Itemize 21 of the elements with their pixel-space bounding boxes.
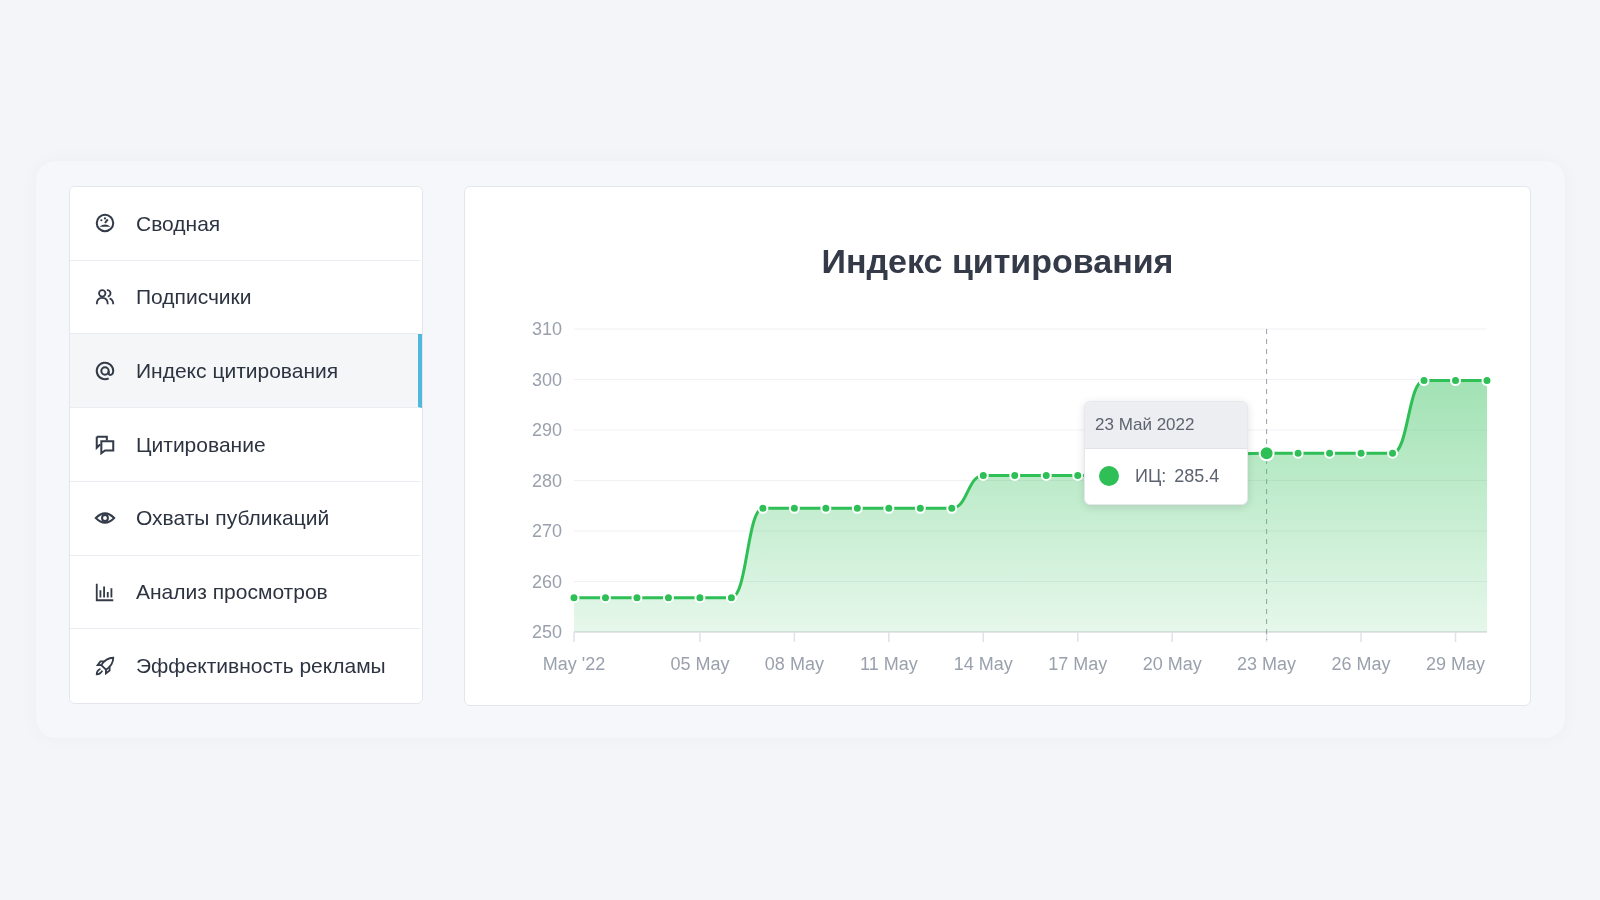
x-axis-label: 26 May <box>1331 654 1391 674</box>
x-axis-label: May '22 <box>542 654 606 674</box>
y-axis-label: 250 <box>531 622 562 642</box>
y-axis-label: 270 <box>531 521 562 541</box>
x-axis-label: 20 May <box>1142 654 1202 674</box>
x-axis-label: 11 May <box>860 654 918 674</box>
series-value: 285.4 <box>1174 464 1220 488</box>
tooltip-date: 23 Май 2022 <box>1085 402 1247 449</box>
y-axis-label: 300 <box>531 369 562 390</box>
x-axis-label: 23 May <box>1237 654 1297 674</box>
x-axis-label: 29 May <box>1426 654 1486 674</box>
y-axis-label: 310 <box>531 319 562 339</box>
y-axis-label: 290 <box>531 420 562 440</box>
x-axis-label: 14 May <box>953 654 1013 674</box>
x-axis-label: 05 May <box>670 654 730 674</box>
x-axis-label: 08 May <box>764 654 824 674</box>
y-axis-label: 260 <box>531 571 562 592</box>
chart-title: Индекс цитирования <box>820 241 1175 282</box>
x-axis-label: 17 May <box>1048 654 1108 674</box>
series-label: ИЦ: <box>1135 464 1167 488</box>
y-axis-label: 280 <box>531 470 562 491</box>
